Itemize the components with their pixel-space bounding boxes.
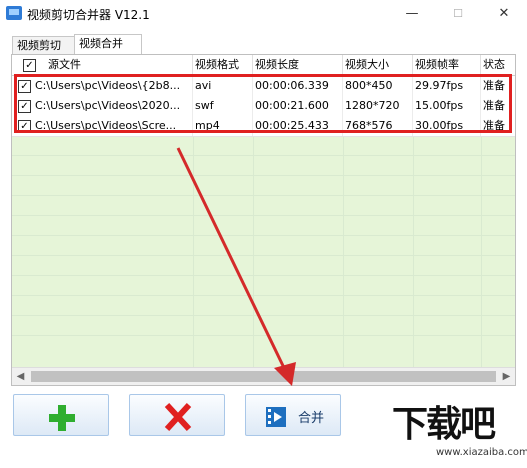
add-file-button[interactable] [13, 394, 109, 436]
watermark-logo: 下载吧 www.xiazaiba.com [392, 395, 527, 468]
red-x-icon [164, 402, 192, 432]
merge-button-label: 合并 [298, 411, 325, 426]
plus-icon [49, 405, 75, 431]
watermark-text: 下载吧 [392, 404, 496, 445]
merge-button[interactable]: 合并 [245, 394, 341, 436]
watermark-url: www.xiazaiba.com [436, 447, 527, 458]
film-icon [266, 407, 286, 427]
delete-file-button[interactable] [129, 394, 225, 436]
